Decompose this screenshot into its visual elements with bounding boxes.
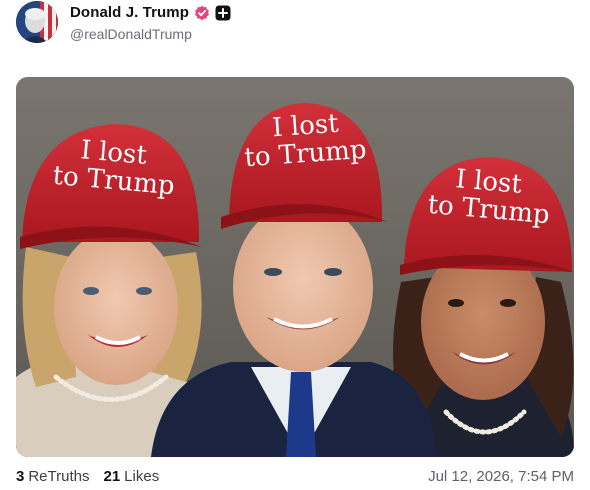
post-footer: 3 ReTruths 21 Likes Jul 12, 2026, 7:54 PM <box>16 468 574 490</box>
author-name[interactable]: Donald J. Trump <box>70 4 189 21</box>
author-name-row: Donald J. Trump <box>70 4 231 21</box>
post-header: Donald J. Trump @realDonaldTrump <box>16 0 576 48</box>
post-stats: 3 ReTruths 21 Likes <box>16 468 159 485</box>
author-handle[interactable]: @realDonaldTrump <box>70 26 192 42</box>
post-image[interactable]: I lost to Trump I lost to Trump I lost t… <box>16 77 574 457</box>
avatar-image <box>16 1 58 43</box>
retruths-stat[interactable]: 3 ReTruths <box>16 468 89 485</box>
post-timestamp[interactable]: Jul 12, 2026, 7:54 PM <box>428 468 574 485</box>
likes-label: Likes <box>124 468 160 485</box>
verified-badge-icon <box>195 5 210 20</box>
retruths-count: 3 <box>16 468 25 485</box>
likes-count: 21 <box>103 468 121 485</box>
ai-image-three-people-red-hats: I lost to Trump I lost to Trump I lost t… <box>16 77 574 457</box>
likes-stat[interactable]: 21 Likes <box>103 468 159 485</box>
plus-badge-icon <box>215 5 231 20</box>
retruths-label: ReTruths <box>28 468 90 485</box>
avatar[interactable] <box>16 1 58 43</box>
